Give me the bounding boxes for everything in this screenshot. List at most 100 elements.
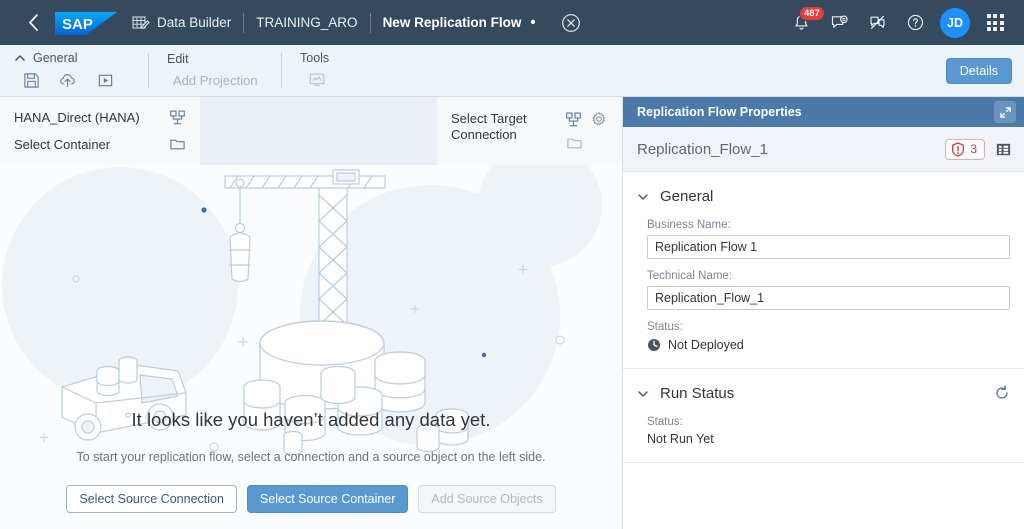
back-button[interactable] [22,8,44,38]
user-avatar[interactable]: JD [940,7,970,38]
run-status-wrap: Status: Not Run Yet [637,416,1010,446]
target-connection-label[interactable]: Select Target Connection [451,111,565,143]
gear-icon[interactable] [591,111,608,128]
unsaved-changes-indicator: • [530,14,536,31]
notifications-button[interactable]: 487 [782,4,825,42]
toolbar-group-tools: Tools [282,45,402,96]
run-status-label: Status: [647,416,683,428]
toolbar-group-edit: Edit Add Projection [149,45,281,96]
feedback-button[interactable] [820,4,858,42]
source-connection-label: HANA_Direct (HANA) [14,110,140,125]
app-grid-icon [986,14,1004,31]
breadcrumb-item-space[interactable]: TRAINING_ARO [244,10,369,36]
error-count: 3 [970,142,977,156]
deploy-button[interactable] [51,67,85,93]
close-editor-button[interactable] [560,12,582,34]
breadcrumb-label-data-builder: Data Builder [157,15,232,30]
select-source-container-button[interactable]: Select Source Container [246,485,409,513]
section-general-title: General [660,187,714,205]
select-source-connection-button[interactable]: Select Source Connection [66,485,237,513]
breadcrumb: Data Builder TRAINING_ARO New Replicatio… [132,0,582,45]
breadcrumb-label-current: New Replication Flow [382,15,522,30]
save-button[interactable] [14,67,48,93]
chevron-down-icon[interactable] [637,387,649,399]
technical-name-field-wrap: Technical Name: [637,270,1010,310]
table-icon[interactable] [995,141,1012,158]
target-icons [565,111,608,152]
properties-panel-body: General Business Name: Technical Name: S… [623,172,1024,529]
toolbar-group-general: General [0,45,148,96]
toolbar-group-tools-head: Tools [300,49,402,67]
folder-icon[interactable] [169,136,186,153]
properties-object-name: Replication_Flow_1 [637,140,768,158]
technical-name-label: Technical Name: [647,270,733,282]
source-panel: HANA_Direct (HANA) Select Container [0,97,200,165]
section-run-status: Run Status Status: Not Run Yet [623,369,1024,463]
toolbar-group-general-title: General [33,51,78,65]
clock-icon [647,338,661,352]
data-builder-icon [132,14,150,32]
details-button[interactable]: Details [945,57,1012,84]
app-grid-button[interactable] [976,4,1014,42]
run-button[interactable] [88,67,122,93]
toolbar-group-tools-title: Tools [300,51,330,65]
editor-body: HANA_Direct (HANA) Select Container Sele… [0,97,1024,529]
target-container-icon-row [566,135,608,152]
toolbar-group-tools-body [300,67,402,93]
technical-name-field[interactable] [647,286,1010,310]
section-general-header[interactable]: General [637,184,1010,208]
shellbar-actions: 487 JD [782,4,1014,42]
add-projection-button[interactable]: Add Projection [167,73,264,88]
deploy-status-label: Status: [647,321,683,333]
section-run-status-header[interactable]: Run Status [637,381,1010,405]
add-source-objects-button[interactable]: Add Source Objects [418,485,556,513]
connection-icon[interactable] [169,109,186,126]
refresh-icon[interactable] [994,385,1010,401]
empty-state-subtitle: To start your replication flow, select a… [76,450,546,464]
empty-state-text: It looks like you haven’t added any data… [0,409,622,513]
breadcrumb-item-current[interactable]: New Replication Flow • [371,10,548,36]
source-connection-icons [169,109,186,126]
editor-toolbar: General Edit Add Projection Tools Detail… [0,45,1024,97]
properties-object-row: Replication_Flow_1 3 [623,127,1024,172]
section-run-status-title: Run Status [660,384,735,402]
replication-flow-canvas: HANA_Direct (HANA) Select Container Sele… [0,97,622,529]
business-name-label: Business Name: [647,219,731,231]
empty-state-title: It looks like you haven’t added any data… [131,409,491,430]
source-container-row[interactable]: Select Container [14,131,186,158]
connection-icon[interactable] [565,111,582,128]
run-status-value: Not Run Yet [647,432,714,446]
sap-logo[interactable]: SAP [54,8,118,38]
empty-state-actions: Select Source Connection Select Source C… [0,485,622,513]
section-general: General Business Name: Technical Name: S… [623,172,1024,369]
expand-panel-button[interactable] [994,101,1016,123]
properties-object-actions: 3 [945,138,1012,160]
source-container-label: Select Container [14,137,111,152]
breadcrumb-item-data-builder[interactable]: Data Builder [132,10,243,36]
source-connection-row[interactable]: HANA_Direct (HANA) [14,104,186,131]
toolbar-group-edit-body: Add Projection [167,68,281,93]
business-name-field[interactable] [647,235,1010,259]
toolbar-group-general-head: General [14,49,148,67]
impact-lineage-button[interactable] [300,67,334,93]
chevron-up-icon[interactable] [14,52,26,64]
shellbar: SAP Data Builder TRAINING_ARO New Replic… [0,0,1024,45]
toolbar-group-edit-title: Edit [167,51,189,66]
collaboration-off-button[interactable] [858,4,896,42]
source-container-icons [169,136,186,153]
deploy-status-value: Not Deployed [668,338,744,352]
target-connection-stack: Select Target Connection [451,111,608,152]
toolbar-group-general-body [14,67,148,93]
folder-icon[interactable] [566,135,583,152]
properties-panel: Replication Flow Properties Replication_… [622,97,1024,529]
chevron-down-icon[interactable] [637,190,649,202]
properties-panel-title: Replication Flow Properties [637,105,802,119]
target-panel: Select Target Connection [437,97,622,165]
target-connection-icon-row [565,111,608,128]
error-shield-icon [952,141,965,157]
error-badge[interactable]: 3 [945,138,985,160]
help-button[interactable] [896,4,934,42]
svg-text:SAP: SAP [62,16,93,33]
business-name-field-wrap: Business Name: [637,219,1010,259]
connection-bar: HANA_Direct (HANA) Select Container Sele… [0,97,622,165]
